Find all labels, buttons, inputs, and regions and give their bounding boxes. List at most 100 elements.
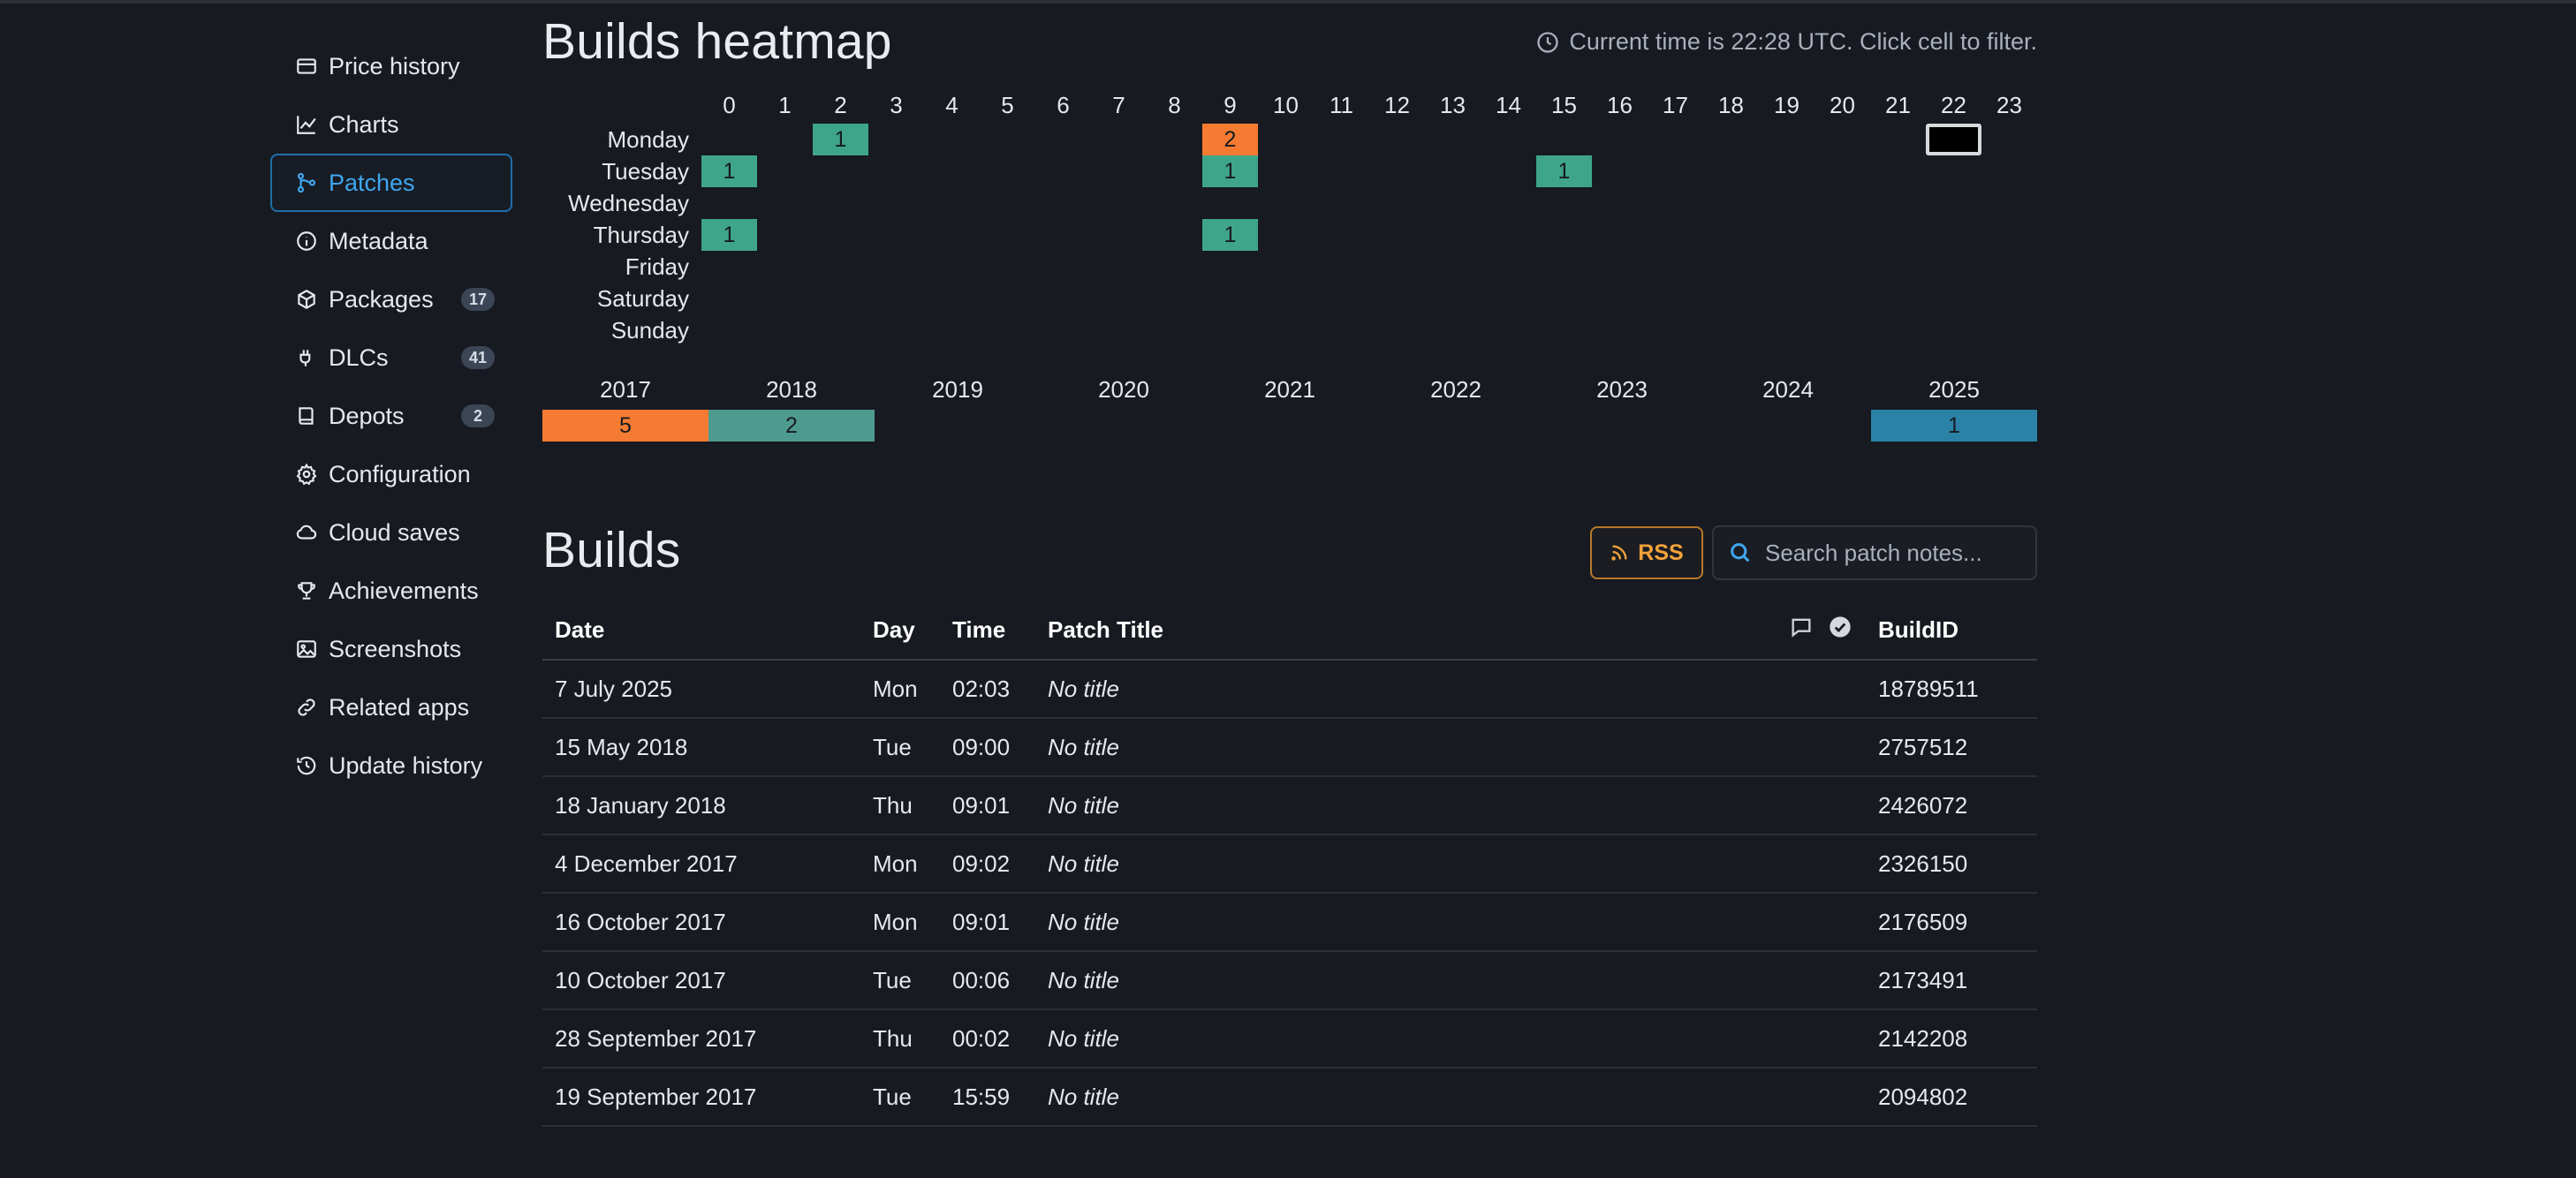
search-icon <box>1731 543 1750 563</box>
year-label: 2023 <box>1596 376 1648 403</box>
build-time: 15:59 <box>940 1068 1035 1127</box>
hour-label: 14 <box>1496 92 1521 118</box>
year-label: 2024 <box>1762 376 1814 403</box>
column-build-id[interactable]: BuildID <box>1866 600 2037 661</box>
line-chart-icon <box>293 111 320 138</box>
sidebar-item-screenshots[interactable]: Screenshots <box>270 620 512 678</box>
build-day: Mon <box>860 893 940 952</box>
year-count-bar[interactable]: 5 <box>542 410 708 442</box>
build-day: Tue <box>860 1068 940 1127</box>
comments-cell <box>1788 776 1827 835</box>
sidebar-item-charts[interactable]: Charts <box>270 95 512 154</box>
count-badge: 2 <box>461 404 495 427</box>
day-label: Saturday <box>596 285 689 312</box>
hour-label: 16 <box>1607 92 1633 118</box>
year-label: 2022 <box>1430 376 1481 403</box>
day-label: Wednesday <box>568 190 689 216</box>
column-day[interactable]: Day <box>860 600 940 661</box>
sidebar-item-configuration[interactable]: Configuration <box>270 445 512 503</box>
heatmap-day-labels: Monday Tuesday Wednesday Thursday Friday Satu… <box>542 124 701 346</box>
sidebar-item-update-history[interactable]: Update history <box>270 736 512 795</box>
table-row[interactable]: 28 September 2017 Thu 00:02 No title 2142208 <box>542 1009 2037 1069</box>
hour-label: 4 <box>945 92 958 118</box>
year-label: 2017 <box>600 376 651 403</box>
build-id: 2426072 <box>1866 776 2037 835</box>
hour-label: 17 <box>1663 92 1688 118</box>
trophy-icon <box>293 578 320 604</box>
heatmap-cell[interactable]: 1 <box>701 219 757 251</box>
sidebar-item-metadata[interactable]: Metadata <box>270 212 512 270</box>
day-label: Thursday <box>593 222 689 248</box>
current-hour-cell[interactable] <box>1926 124 1981 155</box>
heatmap-cell[interactable]: 2 <box>1202 124 1258 155</box>
hour-label: 0 <box>723 92 736 118</box>
build-id: 2326150 <box>1866 834 2037 894</box>
sidebar-item-achievements[interactable]: Achievements <box>270 562 512 620</box>
table-header-row: Date Day Time Patch Title BuildID <box>542 600 2037 661</box>
sidebar-item-depots[interactable]: Depots 2 <box>270 387 512 445</box>
build-time: 09:02 <box>940 834 1035 894</box>
column-time[interactable]: Time <box>940 600 1035 661</box>
builds-table: Date Day Time Patch Title BuildID 7 July… <box>542 600 2037 1127</box>
table-row[interactable]: 7 July 2025 Mon 02:03 No title 18789511 <box>542 660 2037 719</box>
price-tag-icon <box>293 53 320 79</box>
year-count-bar[interactable]: 1 <box>1871 410 2037 442</box>
heatmap-cell[interactable]: 1 <box>1536 155 1592 187</box>
table-row[interactable]: 10 October 2017 Tue 00:06 No title 2173491 <box>542 951 2037 1010</box>
hour-label: 5 <box>1001 92 1014 118</box>
table-row[interactable]: 18 January 2018 Thu 09:01 No title 2426072 <box>542 776 2037 835</box>
patch-title-link[interactable]: No title <box>1035 1068 1788 1127</box>
heatmap-cell[interactable]: 1 <box>813 124 868 155</box>
column-comments <box>1788 600 1827 661</box>
table-row[interactable]: 16 October 2017 Mon 09:01 No title 2176509 <box>542 893 2037 952</box>
patch-title-link[interactable]: No title <box>1035 834 1788 894</box>
build-time: 09:01 <box>940 776 1035 835</box>
heatmap-cell[interactable]: 1 <box>701 155 757 187</box>
sidebar-item-label: Achievements <box>329 577 479 604</box>
link-icon <box>293 694 320 721</box>
year-bars: 52 1 <box>542 410 2037 442</box>
sidebar-item-related-apps[interactable]: Related apps <box>270 678 512 736</box>
build-date: 15 May 2018 <box>542 718 860 777</box>
rss-button[interactable]: RSS <box>1590 526 1703 579</box>
patch-title-link[interactable]: No title <box>1035 1009 1788 1069</box>
year-label: 2021 <box>1264 376 1315 403</box>
build-date: 10 October 2017 <box>542 951 860 1010</box>
plug-icon <box>293 344 320 371</box>
table-row[interactable]: 15 May 2018 Tue 09:00 No title 2757512 <box>542 718 2037 777</box>
column-patch-title[interactable]: Patch Title <box>1035 600 1788 661</box>
sidebar-item-dlcs[interactable]: DLCs 41 <box>270 328 512 387</box>
heatmap-title: Builds heatmap <box>542 13 892 70</box>
build-day: Mon <box>860 660 940 719</box>
hour-label: 18 <box>1718 92 1744 118</box>
patch-title-link[interactable]: No title <box>1035 776 1788 835</box>
heatmap-cell[interactable]: 1 <box>1202 155 1258 187</box>
build-day: Thu <box>860 1009 940 1069</box>
search-input[interactable] <box>1763 538 2023 568</box>
sidebar-item-label: Update history <box>329 751 483 779</box>
patch-title-link[interactable]: No title <box>1035 718 1788 777</box>
sidebar-item-label: Price history <box>329 52 460 79</box>
sidebar-item-price-history[interactable]: Price history <box>270 37 512 95</box>
verified-cell <box>1827 834 1866 894</box>
table-row[interactable]: 19 September 2017 Tue 15:59 No title 2094802 <box>542 1068 2037 1127</box>
patch-title-link[interactable]: No title <box>1035 951 1788 1010</box>
count-badge: 17 <box>461 288 495 311</box>
sidebar-item-cloud-saves[interactable]: Cloud saves <box>270 503 512 562</box>
image-icon <box>293 636 320 662</box>
count-badge: 41 <box>461 346 495 369</box>
heatmap-cell[interactable]: 1 <box>1202 219 1258 251</box>
top-border <box>0 0 2576 4</box>
patch-title-link[interactable]: No title <box>1035 893 1788 952</box>
sidebar-item-patches[interactable]: Patches <box>270 154 512 212</box>
table-row[interactable]: 4 December 2017 Mon 09:02 No title 2326150 <box>542 834 2037 894</box>
year-count-bar[interactable]: 2 <box>708 410 875 442</box>
sidebar-item-packages[interactable]: Packages 17 <box>270 270 512 328</box>
hour-label: 1 <box>778 92 792 118</box>
hour-label: 2 <box>834 92 847 118</box>
patch-title-link[interactable]: No title <box>1035 660 1788 719</box>
package-icon <box>293 286 320 313</box>
year-labels: 2017 2018 2019 2020 2021 2022 2023 2024 2025 <box>542 376 2037 408</box>
build-day: Tue <box>860 951 940 1010</box>
column-date[interactable]: Date <box>542 600 860 661</box>
